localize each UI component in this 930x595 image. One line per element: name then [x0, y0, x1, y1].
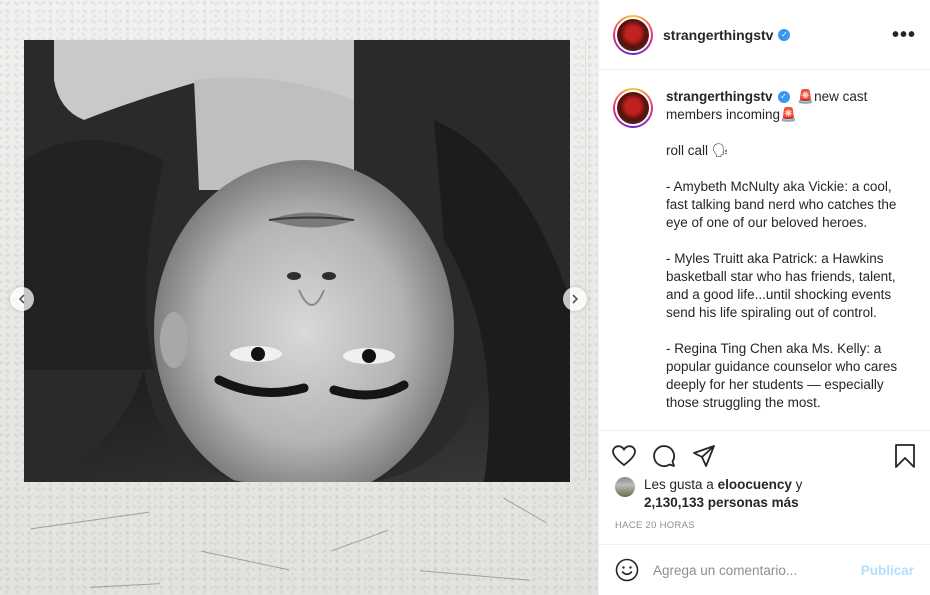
post-timestamp[interactable]: HACE 20 HORAS — [615, 520, 695, 531]
post-caption: strangerthingstv ✓ 🚨new cast members inco… — [666, 88, 911, 430]
next-image-button[interactable] — [563, 287, 587, 311]
profile-avatar[interactable] — [613, 14, 653, 55]
upside-down-face-photo — [24, 40, 570, 482]
emoji-icon[interactable] — [615, 558, 639, 582]
previous-image-button[interactable] — [10, 287, 34, 311]
post-photo — [24, 40, 570, 482]
more-options-icon[interactable]: ••• — [892, 25, 916, 45]
post-media — [0, 0, 598, 595]
post-header: strangerthingstv ✓ ••• — [599, 0, 930, 70]
likes-count[interactable]: 2,130,133 personas más — [644, 495, 799, 510]
likes-summary: Les gusta a eloocuency y 2,130,133 perso… — [615, 476, 914, 512]
verified-badge-icon: ✓ — [777, 91, 790, 104]
comment-button[interactable] — [651, 443, 677, 469]
chevron-right-icon — [572, 294, 579, 304]
liker-username[interactable]: eloocuency — [718, 477, 792, 492]
caption-avatar[interactable] — [613, 88, 653, 128]
publish-button[interactable]: Publicar — [861, 563, 914, 578]
caption-paragraph: - Myles Truitt aka Patrick: a Hawkins ba… — [666, 251, 896, 320]
caption-paragraph: roll call 🗣 — [666, 143, 729, 158]
likes-prefix: Les gusta a — [644, 477, 718, 492]
like-button[interactable] — [611, 443, 637, 469]
share-icon — [693, 444, 715, 467]
comment-icon — [653, 444, 675, 467]
chevron-left-icon — [18, 294, 25, 304]
share-button[interactable] — [691, 443, 717, 469]
header-username[interactable]: strangerthingstv — [663, 27, 773, 43]
avatar-image — [615, 90, 651, 126]
comment-composer: Publicar — [599, 544, 930, 595]
comments-section: strangerthingstv ✓ 🚨new cast members inco… — [599, 70, 930, 430]
caption-username[interactable]: strangerthingstv — [666, 89, 773, 104]
caption-paragraph: - Amybeth McNulty aka Vickie: a cool, fa… — [666, 179, 897, 230]
bookmark-icon — [895, 443, 915, 468]
verified-badge-icon: ✓ — [778, 28, 791, 41]
action-bar — [599, 430, 930, 480]
likes-text: Les gusta a eloocuency y 2,130,133 perso… — [644, 476, 802, 512]
comment-input[interactable] — [653, 562, 843, 578]
heart-icon — [612, 444, 636, 466]
liker-avatar[interactable] — [615, 477, 635, 497]
caption-paragraph: - Regina Ting Chen aka Ms. Kelly: a popu… — [666, 341, 898, 410]
caption-first-line: strangerthingstv ✓ 🚨new cast members inco… — [666, 88, 911, 124]
likes-joiner: y — [791, 477, 803, 492]
avatar-image — [615, 16, 651, 53]
save-button[interactable] — [892, 443, 918, 469]
post-sidebar: strangerthingstv ✓ ••• strangerthingstv ✓… — [598, 0, 930, 595]
